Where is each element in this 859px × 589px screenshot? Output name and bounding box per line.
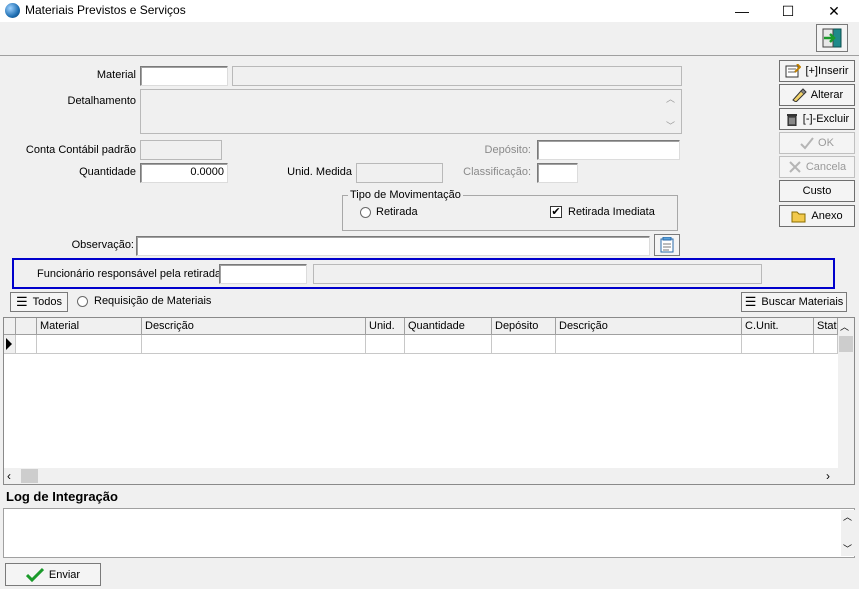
minimize-button[interactable]: — <box>719 0 765 22</box>
grid-vertical-scrollbar[interactable]: ︿ <box>838 318 854 468</box>
table-cell[interactable] <box>556 335 742 354</box>
column-header[interactable]: Quantidade <box>405 318 492 335</box>
log-integracao-area[interactable] <box>3 508 855 558</box>
quantidade-input[interactable]: 0.0000 <box>140 163 228 183</box>
grid-blank-header <box>16 318 37 335</box>
retirada-imediata-checkbox[interactable]: ✔ <box>550 206 562 218</box>
exit-door-icon <box>822 28 842 48</box>
toolbar <box>0 22 859 56</box>
column-header[interactable]: Material <box>37 318 142 335</box>
current-row-arrow-icon <box>6 338 12 350</box>
scroll-left-icon[interactable]: ‹ <box>7 469 11 483</box>
log-vertical-scrollbar[interactable]: ︿ ﹀ <box>841 510 855 556</box>
table-cell[interactable] <box>492 335 556 354</box>
excluir-button[interactable]: [-]-Excluir <box>779 108 855 130</box>
scroll-up-icon[interactable]: ︿ <box>666 92 675 105</box>
retirada-label: Retirada <box>376 206 418 218</box>
material-description-field <box>232 66 682 86</box>
deposito-input[interactable] <box>537 140 680 160</box>
observacao-notes-button[interactable] <box>654 234 680 256</box>
retirada-radio[interactable] <box>360 207 371 218</box>
unid-medida-field <box>356 163 443 183</box>
notepad-icon <box>660 237 674 253</box>
folder-icon <box>791 211 806 222</box>
detalhamento-label: Detalhamento <box>67 95 137 107</box>
grid-horizontal-scrollbar[interactable]: ‹ › <box>4 468 854 484</box>
table-cell[interactable] <box>37 335 142 354</box>
scroll-right-icon[interactable]: › <box>826 469 830 483</box>
maximize-button[interactable]: ☐ <box>765 0 811 22</box>
retirada-imediata-label: Retirada Imediata <box>568 206 655 218</box>
trash-icon <box>786 114 797 126</box>
row-indicator <box>4 335 16 354</box>
observacao-label: Observação: <box>71 239 134 251</box>
table-cell[interactable] <box>366 335 405 354</box>
alterar-button[interactable]: Alterar <box>779 84 855 106</box>
column-header[interactable]: Stat <box>814 318 838 335</box>
column-header[interactable]: C.Unit. <box>742 318 814 335</box>
check-icon <box>800 137 814 150</box>
table-cell[interactable] <box>16 335 37 354</box>
column-header[interactable]: Descrição <box>556 318 742 335</box>
grid-indicator-header <box>4 318 16 335</box>
funcionario-label: Funcionário responsável pela retirada <box>37 268 222 280</box>
funcionario-name-field <box>313 264 762 284</box>
exit-button[interactable] <box>816 24 848 52</box>
cancel-x-icon <box>789 161 801 173</box>
column-header[interactable]: Descrição <box>142 318 366 335</box>
quantidade-label: Quantidade <box>79 166 136 178</box>
buscar-materiais-button[interactable]: ☰ Buscar Materiais <box>741 292 847 312</box>
cancela-button[interactable]: Cancela <box>779 156 855 178</box>
column-header[interactable]: Unid. <box>366 318 405 335</box>
scroll-up-icon[interactable]: ︿ <box>843 510 852 523</box>
scroll-up-icon[interactable]: ︿ <box>840 320 849 333</box>
table-cell[interactable] <box>405 335 492 354</box>
todos-button[interactable]: ☰ Todos <box>10 292 68 312</box>
insert-icon <box>785 64 802 78</box>
conta-contabil-field <box>140 140 222 160</box>
table-cell[interactable] <box>142 335 366 354</box>
list-icon: ☰ <box>15 294 28 309</box>
classificacao-label: Classificação: <box>463 166 531 178</box>
tipo-movimentacao-label: Tipo de Movimentação <box>348 189 463 201</box>
table-cell[interactable] <box>742 335 814 354</box>
log-integracao-title: Log de Integração <box>6 489 118 504</box>
observacao-input[interactable] <box>136 236 650 256</box>
ok-button[interactable]: OK <box>779 132 855 154</box>
column-header[interactable]: Depósito <box>492 318 556 335</box>
window-title: Materiais Previstos e Serviços <box>25 3 186 17</box>
scroll-down-icon[interactable]: ﹀ <box>843 542 852 555</box>
conta-contabil-label: Conta Contábil padrão <box>25 144 136 156</box>
close-button[interactable]: ✕ <box>811 0 857 22</box>
custo-button[interactable]: Custo <box>779 180 855 202</box>
scrollbar-thumb[interactable] <box>839 336 853 352</box>
funcionario-code-input[interactable] <box>219 264 307 284</box>
list-icon: ☰ <box>744 294 757 309</box>
detalhamento-textarea[interactable] <box>140 89 682 134</box>
material-code-input[interactable] <box>140 66 228 86</box>
requisicao-radio[interactable] <box>77 296 88 307</box>
materials-grid[interactable]: Material Descrição Unid. Quantidade Depó… <box>3 317 855 485</box>
material-label: Material <box>96 69 136 81</box>
check-icon <box>25 567 44 582</box>
classificacao-input[interactable] <box>537 163 578 183</box>
app-icon <box>5 3 20 18</box>
scroll-down-icon[interactable]: ﹀ <box>666 119 675 132</box>
requisicao-label: Requisição de Materiais <box>94 295 212 307</box>
table-cell[interactable] <box>814 335 838 354</box>
unid-medida-label: Unid. Medida <box>287 166 352 178</box>
deposito-label: Depósito: <box>484 144 531 156</box>
enviar-button[interactable]: Enviar <box>5 563 101 586</box>
scrollbar-thumb[interactable] <box>21 469 38 483</box>
edit-icon <box>792 88 807 102</box>
anexo-button[interactable]: Anexo <box>779 205 855 227</box>
inserir-button[interactable]: [+]Inserir <box>779 60 855 82</box>
